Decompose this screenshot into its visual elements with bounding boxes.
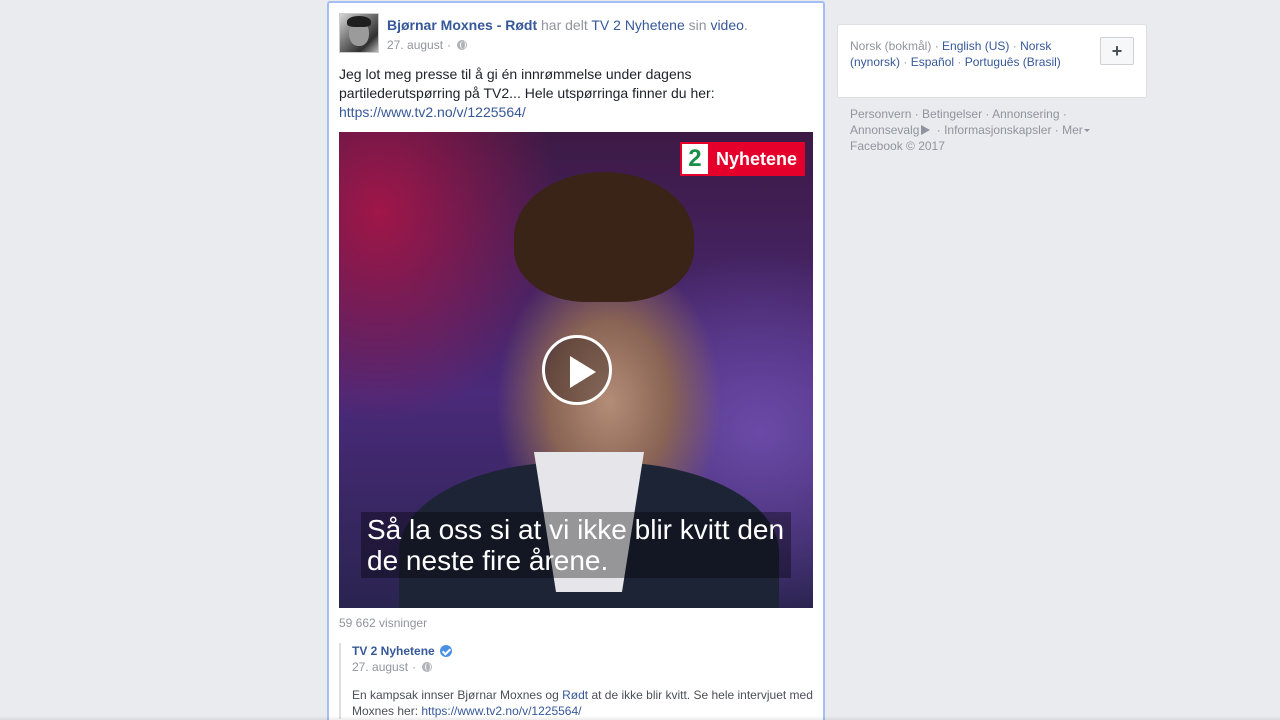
- footer-personvern[interactable]: Personvern: [850, 107, 911, 121]
- bottom-shadow: [0, 716, 1280, 720]
- tv2-logo: 2 Nyhetene: [679, 142, 805, 176]
- footer: Personvern · Betingelser · Annonsering ·…: [850, 106, 1110, 154]
- post-meta: 27. august ·: [387, 38, 468, 52]
- shared-text-start: En kampsak innser Bjørnar Moxnes og: [352, 688, 563, 702]
- tv2-logo-text: Nyhetene: [715, 148, 797, 169]
- shared-verb: har delt: [541, 17, 588, 33]
- post-body: Jeg lot meg presse til å gi én innrømmel…: [339, 66, 715, 101]
- post-card: Bjørnar Moxnes - Rødt har delt TV 2 Nyhe…: [327, 1, 825, 720]
- post-url-link[interactable]: https://www.tv2.no/v/1225564/: [339, 103, 809, 122]
- author-avatar[interactable]: [339, 13, 379, 53]
- footer-betingelser[interactable]: Betingelser: [922, 107, 982, 121]
- post-date[interactable]: 27. august: [387, 38, 443, 52]
- video-player[interactable]: 2 Nyhetene Så la oss si at vi ikke blir …: [339, 132, 813, 608]
- language-list: Norsk (bokmål) · English (US) · Norsk (n…: [850, 39, 1061, 69]
- shared-post: TV 2 Nyhetene 27. august · En kampsak in…: [339, 643, 815, 719]
- author-link[interactable]: Bjørnar Moxnes - Rødt: [387, 17, 537, 33]
- shared-meta-separator: ·: [412, 660, 417, 674]
- current-language: Norsk (bokmål): [850, 39, 932, 53]
- adchoices-icon: [921, 125, 931, 135]
- footer-copyright: Facebook © 2017: [850, 139, 945, 153]
- shared-page-header: TV 2 Nyhetene: [352, 643, 815, 659]
- language-portugues-brasil[interactable]: Português (Brasil): [965, 55, 1061, 69]
- shared-video-link[interactable]: video: [710, 17, 743, 33]
- shared-possessive: sin: [688, 17, 707, 33]
- chevron-down-icon: [1083, 129, 1090, 133]
- verified-badge-icon: [439, 645, 452, 657]
- shared-meta: 27. august ·: [352, 660, 815, 674]
- footer-annonsevalg[interactable]: Annonsevalg: [850, 123, 919, 137]
- shared-text: En kampsak innser Bjørnar Moxnes og Rødt…: [352, 687, 815, 719]
- shared-page-name[interactable]: TV 2 Nyhetene: [352, 643, 435, 659]
- footer-annonsering[interactable]: Annonsering: [992, 107, 1059, 121]
- tv2-logo-number: 2: [679, 142, 710, 176]
- footer-mer[interactable]: Mer: [1062, 123, 1083, 137]
- play-button[interactable]: [542, 335, 612, 405]
- shared-page-link[interactable]: TV 2 Nyhetene: [591, 17, 684, 33]
- headline-period: .: [743, 17, 748, 33]
- avatar-hair: [347, 16, 371, 27]
- language-english-us[interactable]: English (US): [942, 39, 1009, 53]
- view-count: 59 662 visninger: [339, 616, 428, 630]
- video-subtitle: Så la oss si at vi ikke blir kvitt den d…: [361, 512, 791, 578]
- post-text: Jeg lot meg presse til å gi én innrømmel…: [339, 65, 809, 122]
- shared-date[interactable]: 27. august: [352, 660, 408, 674]
- globe-icon[interactable]: [457, 40, 468, 50]
- footer-informasjonskapsler[interactable]: Informasjonskapsler: [944, 123, 1051, 137]
- video-subject-hair: [514, 172, 694, 302]
- post-headline: Bjørnar Moxnes - Rødt har delt TV 2 Nyhe…: [387, 16, 748, 34]
- post-header: Bjørnar Moxnes - Rødt har delt TV 2 Nyhe…: [339, 13, 813, 58]
- rodt-link[interactable]: Rødt: [562, 688, 588, 702]
- play-icon: [570, 356, 596, 388]
- language-card: Norsk (bokmål) · English (US) · Norsk (n…: [837, 24, 1147, 98]
- globe-icon[interactable]: [422, 662, 433, 672]
- language-espanol[interactable]: Español: [911, 55, 954, 69]
- meta-separator: ·: [447, 38, 452, 52]
- add-language-button[interactable]: +: [1100, 37, 1134, 65]
